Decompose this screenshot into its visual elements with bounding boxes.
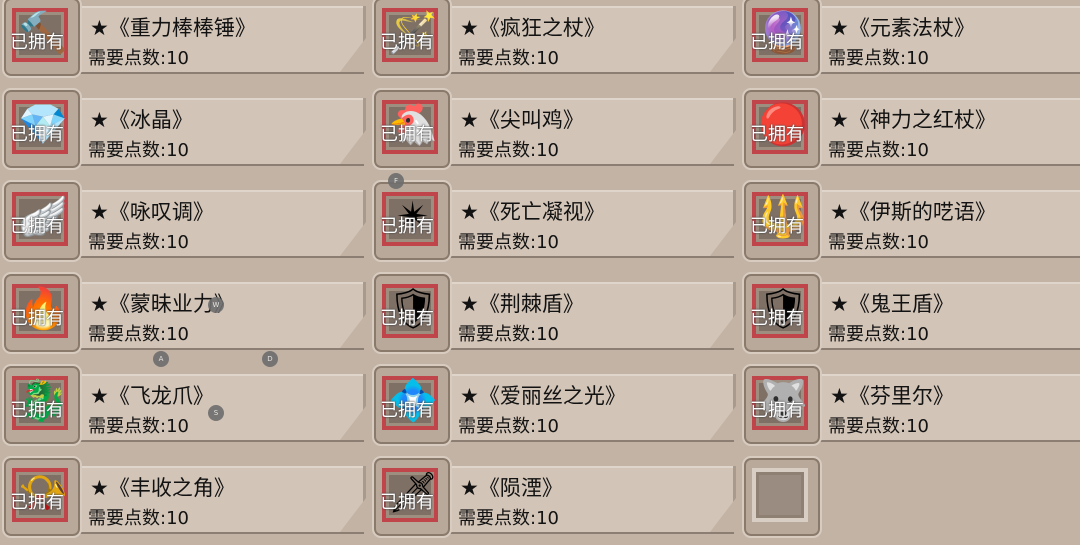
item-slot[interactable]: 🔥 已拥有 [2, 272, 82, 354]
owned-label: 已拥有 [750, 32, 804, 53]
item-slot[interactable]: 🔮 已拥有 [742, 0, 822, 78]
owned-label: 已拥有 [380, 124, 434, 145]
key-hint-d: D [262, 351, 278, 367]
owned-label: 已拥有 [750, 400, 804, 421]
item-slot-frame [752, 468, 808, 522]
item-points-required: 需要点数:10 [88, 416, 189, 437]
key-hint-a: A [153, 351, 169, 367]
item-name: ★《冰晶》 [90, 108, 193, 132]
item-name: ★《陨湮》 [460, 476, 563, 500]
item-card[interactable]: 💠 已拥有 ★《爱丽丝之光》 需要点数:10 [370, 360, 740, 452]
item-slot[interactable]: 🪽 已拥有 [2, 180, 82, 262]
item-slot[interactable]: 🪄 已拥有 [372, 0, 452, 78]
owned-label: 已拥有 [10, 400, 64, 421]
item-card[interactable]: 🪄 已拥有 ★《疯狂之杖》 需要点数:10 [370, 0, 740, 84]
item-slot[interactable]: 🗡 已拥有 [372, 456, 452, 538]
item-name: ★《神力之红杖》 [830, 108, 996, 132]
item-card[interactable]: ✴ 已拥有 ★《死亡凝视》 需要点数:10 [370, 176, 740, 268]
item-slot[interactable]: 💎 已拥有 [2, 88, 82, 170]
item-card[interactable]: 🪽 已拥有 ★《咏叹调》 需要点数:10 [0, 176, 370, 268]
item-points-required: 需要点数:10 [458, 232, 559, 253]
item-name: ★《咏叹调》 [90, 200, 214, 224]
item-card[interactable]: 🐉 已拥有 ★《飞龙爪》 需要点数:10 [0, 360, 370, 452]
item-points-required: 需要点数:10 [828, 48, 929, 69]
item-name: ★《丰收之角》 [90, 476, 235, 500]
item-card[interactable]: 📯 已拥有 ★《丰收之角》 需要点数:10 [0, 452, 370, 544]
item-row: 💎 已拥有 ★《冰晶》 需要点数:10 🐔 已拥有 ★《尖叫鸡》 需要点数:10 🔴 已拥有 ★《神… [0, 84, 1080, 176]
item-points-required: 需要点数:10 [458, 508, 559, 529]
item-name: ★《伊斯的呓语》 [830, 200, 996, 224]
item-name: ★《尖叫鸡》 [460, 108, 584, 132]
item-card[interactable]: 🔨 已拥有 ★《重力棒棒锤》 需要点数:10 [0, 0, 370, 84]
item-points-required: 需要点数:10 [828, 140, 929, 161]
owned-label: 已拥有 [10, 308, 64, 329]
item-slot[interactable]: 🛡 已拥有 [372, 272, 452, 354]
owned-label: 已拥有 [10, 124, 64, 145]
owned-label: 已拥有 [380, 216, 434, 237]
item-slot[interactable]: 🐺 已拥有 [742, 364, 822, 446]
item-points-required: 需要点数:10 [458, 48, 559, 69]
owned-label: 已拥有 [380, 492, 434, 513]
item-points-required: 需要点数:10 [828, 416, 929, 437]
item-card[interactable]: 🐺 已拥有 ★《芬里尔》 需要点数:10 [740, 360, 1080, 452]
item-card[interactable]: 🔴 已拥有 ★《神力之红杖》 需要点数:10 [740, 84, 1080, 176]
item-row: 🪽 已拥有 ★《咏叹调》 需要点数:10 ✴ 已拥有 ★《死亡凝视》 需要点数:10 🔱 已拥有 ★… [0, 176, 1080, 268]
item-points-required: 需要点数:10 [458, 324, 559, 345]
item-slot[interactable]: 💠 已拥有 [372, 364, 452, 446]
item-card[interactable]: 🛡 已拥有 ★《鬼王盾》 需要点数:10 [740, 268, 1080, 360]
item-name: ★《死亡凝视》 [460, 200, 605, 224]
owned-label: 已拥有 [750, 308, 804, 329]
item-points-required: 需要点数:10 [88, 324, 189, 345]
item-row: 🔥 已拥有 ★《蒙昧业力》 需要点数:10 🛡 已拥有 ★《荆棘盾》 需要点数:10 🛡 已拥有 ★… [0, 268, 1080, 360]
item-card[interactable]: 💎 已拥有 ★《冰晶》需要点数:10 [0, 84, 370, 176]
item-card[interactable]: 🗡 已拥有 ★《陨湮》需要点数:10 [370, 452, 740, 544]
item-row: 🔨 已拥有 ★《重力棒棒锤》 需要点数:10 🪄 已拥有 ★《疯狂之杖》 需要点数:10 🔮 已拥… [0, 0, 1080, 84]
owned-label: 已拥有 [10, 216, 64, 237]
item-points-required: 需要点数:10 [458, 416, 559, 437]
item-shop-grid: 🔨 已拥有 ★《重力棒棒锤》 需要点数:10 🪄 已拥有 ★《疯狂之杖》 需要点数:10 🔮 已拥… [0, 0, 1080, 545]
owned-label: 已拥有 [10, 32, 64, 53]
item-name: ★《重力棒棒锤》 [90, 16, 256, 40]
item-card[interactable]: 🔮 已拥有 ★《元素法杖》 需要点数:10 [740, 0, 1080, 84]
item-name: ★《爱丽丝之光》 [460, 384, 626, 408]
empty-item-card[interactable] [740, 452, 1080, 544]
item-row: 🐉 已拥有 ★《飞龙爪》 需要点数:10 💠 已拥有 ★《爱丽丝之光》 需要点数:10 🐺 已拥有… [0, 360, 1080, 452]
item-name: ★《芬里尔》 [830, 384, 954, 408]
item-slot[interactable]: 🐉 已拥有 [2, 364, 82, 446]
item-points-required: 需要点数:10 [458, 140, 559, 161]
key-hint-w: W [208, 297, 224, 313]
item-slot[interactable]: 🛡 已拥有 [742, 272, 822, 354]
item-slot[interactable]: 📯 已拥有 [2, 456, 82, 538]
item-points-required: 需要点数:10 [88, 48, 189, 69]
key-hint-f: F [388, 173, 404, 189]
owned-label: 已拥有 [380, 308, 434, 329]
item-slot[interactable]: 🔨 已拥有 [2, 0, 82, 78]
item-card[interactable]: 🔱 已拥有 ★《伊斯的呓语》 需要点数:10 [740, 176, 1080, 268]
item-points-required: 需要点数:10 [828, 232, 929, 253]
item-name: ★《元素法杖》 [830, 16, 975, 40]
item-slot[interactable]: 🐔 已拥有 [372, 88, 452, 170]
owned-label: 已拥有 [750, 216, 804, 237]
key-hint-s: S [208, 405, 224, 421]
item-card[interactable]: 🛡 已拥有 ★《荆棘盾》 需要点数:10 [370, 268, 740, 360]
item-points-required: 需要点数:10 [88, 508, 189, 529]
owned-label: 已拥有 [380, 400, 434, 421]
item-row: 📯 已拥有 ★《丰收之角》 需要点数:10 🗡 已拥有 ★《陨湮》 需要点数:10 [0, 452, 1080, 544]
item-card[interactable]: 🔥 已拥有 ★《蒙昧业力》 需要点数:10 [0, 268, 370, 360]
item-points-required: 需要点数:10 [88, 232, 189, 253]
owned-label: 已拥有 [380, 32, 434, 53]
item-name: ★《飞龙爪》 [90, 384, 214, 408]
item-name: ★《鬼王盾》 [830, 292, 954, 316]
owned-label: 已拥有 [10, 492, 64, 513]
item-points-required: 需要点数:10 [88, 140, 189, 161]
item-card[interactable]: 🐔 已拥有 ★《尖叫鸡》 需要点数:10 [370, 84, 740, 176]
item-points-required: 需要点数:10 [828, 324, 929, 345]
item-slot[interactable] [742, 456, 822, 538]
item-slot[interactable]: 🔴 已拥有 [742, 88, 822, 170]
item-name: ★《疯狂之杖》 [460, 16, 605, 40]
owned-label: 已拥有 [750, 124, 804, 145]
item-slot[interactable]: ✴ 已拥有 [372, 180, 452, 262]
item-slot[interactable]: 🔱 已拥有 [742, 180, 822, 262]
item-name: ★《荆棘盾》 [460, 292, 584, 316]
